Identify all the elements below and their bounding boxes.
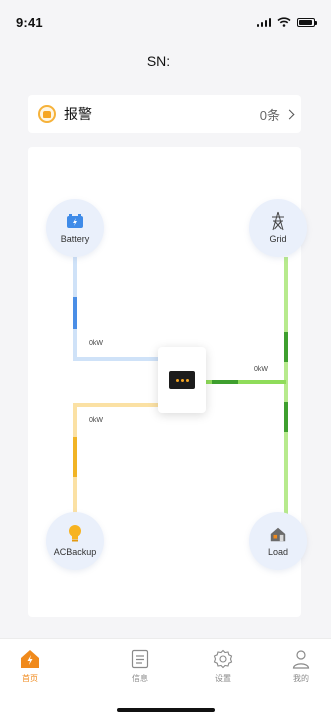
settings-icon <box>213 649 233 669</box>
acbackup-power-label: 0kW <box>89 417 103 424</box>
serial-number: SN: <box>147 53 174 69</box>
tab-home[interactable]: 首页 <box>0 649 60 684</box>
load-label: Load <box>267 547 289 557</box>
tab-profile-label: 我的 <box>293 674 309 683</box>
battery-status-icon <box>297 17 317 27</box>
wifi-icon <box>277 17 291 27</box>
battery-power-label: 0kW <box>89 340 103 347</box>
status-icons <box>257 17 317 27</box>
home-icon <box>21 650 39 668</box>
profile-icon <box>292 650 310 669</box>
alarm-bell-icon <box>38 105 56 123</box>
signal-icon <box>257 17 271 27</box>
tab-info-label: 信息 <box>132 674 148 683</box>
sn-label: SN: <box>146 53 171 69</box>
acbackup-label: ACBackup <box>53 547 97 557</box>
tab-home-label: 首页 <box>22 674 38 683</box>
load-node[interactable]: Load <box>249 512 307 570</box>
battery-label: Battery <box>60 234 90 244</box>
grid-node[interactable]: Grid <box>249 199 307 257</box>
inverter-display-icon <box>169 371 195 389</box>
power-tower-icon <box>269 211 287 231</box>
alarm-count-value: 0条 <box>259 107 280 123</box>
grid-label: Grid <box>269 234 287 244</box>
bottom-tab-bar: 首页 信息 设置 我的 <box>0 638 331 719</box>
acbackup-flow-line <box>73 403 158 515</box>
tab-settings[interactable]: 设置 <box>193 649 253 684</box>
acbackup-node[interactable]: ACBackup <box>46 512 104 570</box>
info-list-icon <box>131 649 149 669</box>
alarm-title: 报警 <box>64 106 92 122</box>
energy-flow-panel: Battery Grid ACBackup Load 0kW 0kW 0kW <box>28 147 307 617</box>
battery-flow-line <box>73 257 158 361</box>
app-screen: 9:41 SN: 报警 0条 Battery Grid ACBackup Loa… <box>0 0 331 719</box>
inverter-device[interactable] <box>158 347 206 413</box>
chevron-right-icon <box>284 109 295 119</box>
alarm-row[interactable]: 报警 0条 <box>28 95 301 133</box>
nav-bar: SN: <box>0 44 331 78</box>
alarm-count: 0条 <box>259 105 295 124</box>
lightbulb-icon <box>66 525 84 543</box>
tab-info[interactable]: 信息 <box>110 649 170 684</box>
battery-icon <box>66 212 84 230</box>
grid-power-label: 0kW <box>254 366 268 373</box>
home-indicator <box>117 708 215 712</box>
status-bar: 9:41 <box>0 0 331 44</box>
battery-node[interactable]: Battery <box>46 199 104 257</box>
tab-profile[interactable]: 我的 <box>271 649 331 684</box>
tab-settings-label: 设置 <box>215 674 231 683</box>
status-time: 9:41 <box>16 14 43 30</box>
house-icon <box>269 525 287 543</box>
